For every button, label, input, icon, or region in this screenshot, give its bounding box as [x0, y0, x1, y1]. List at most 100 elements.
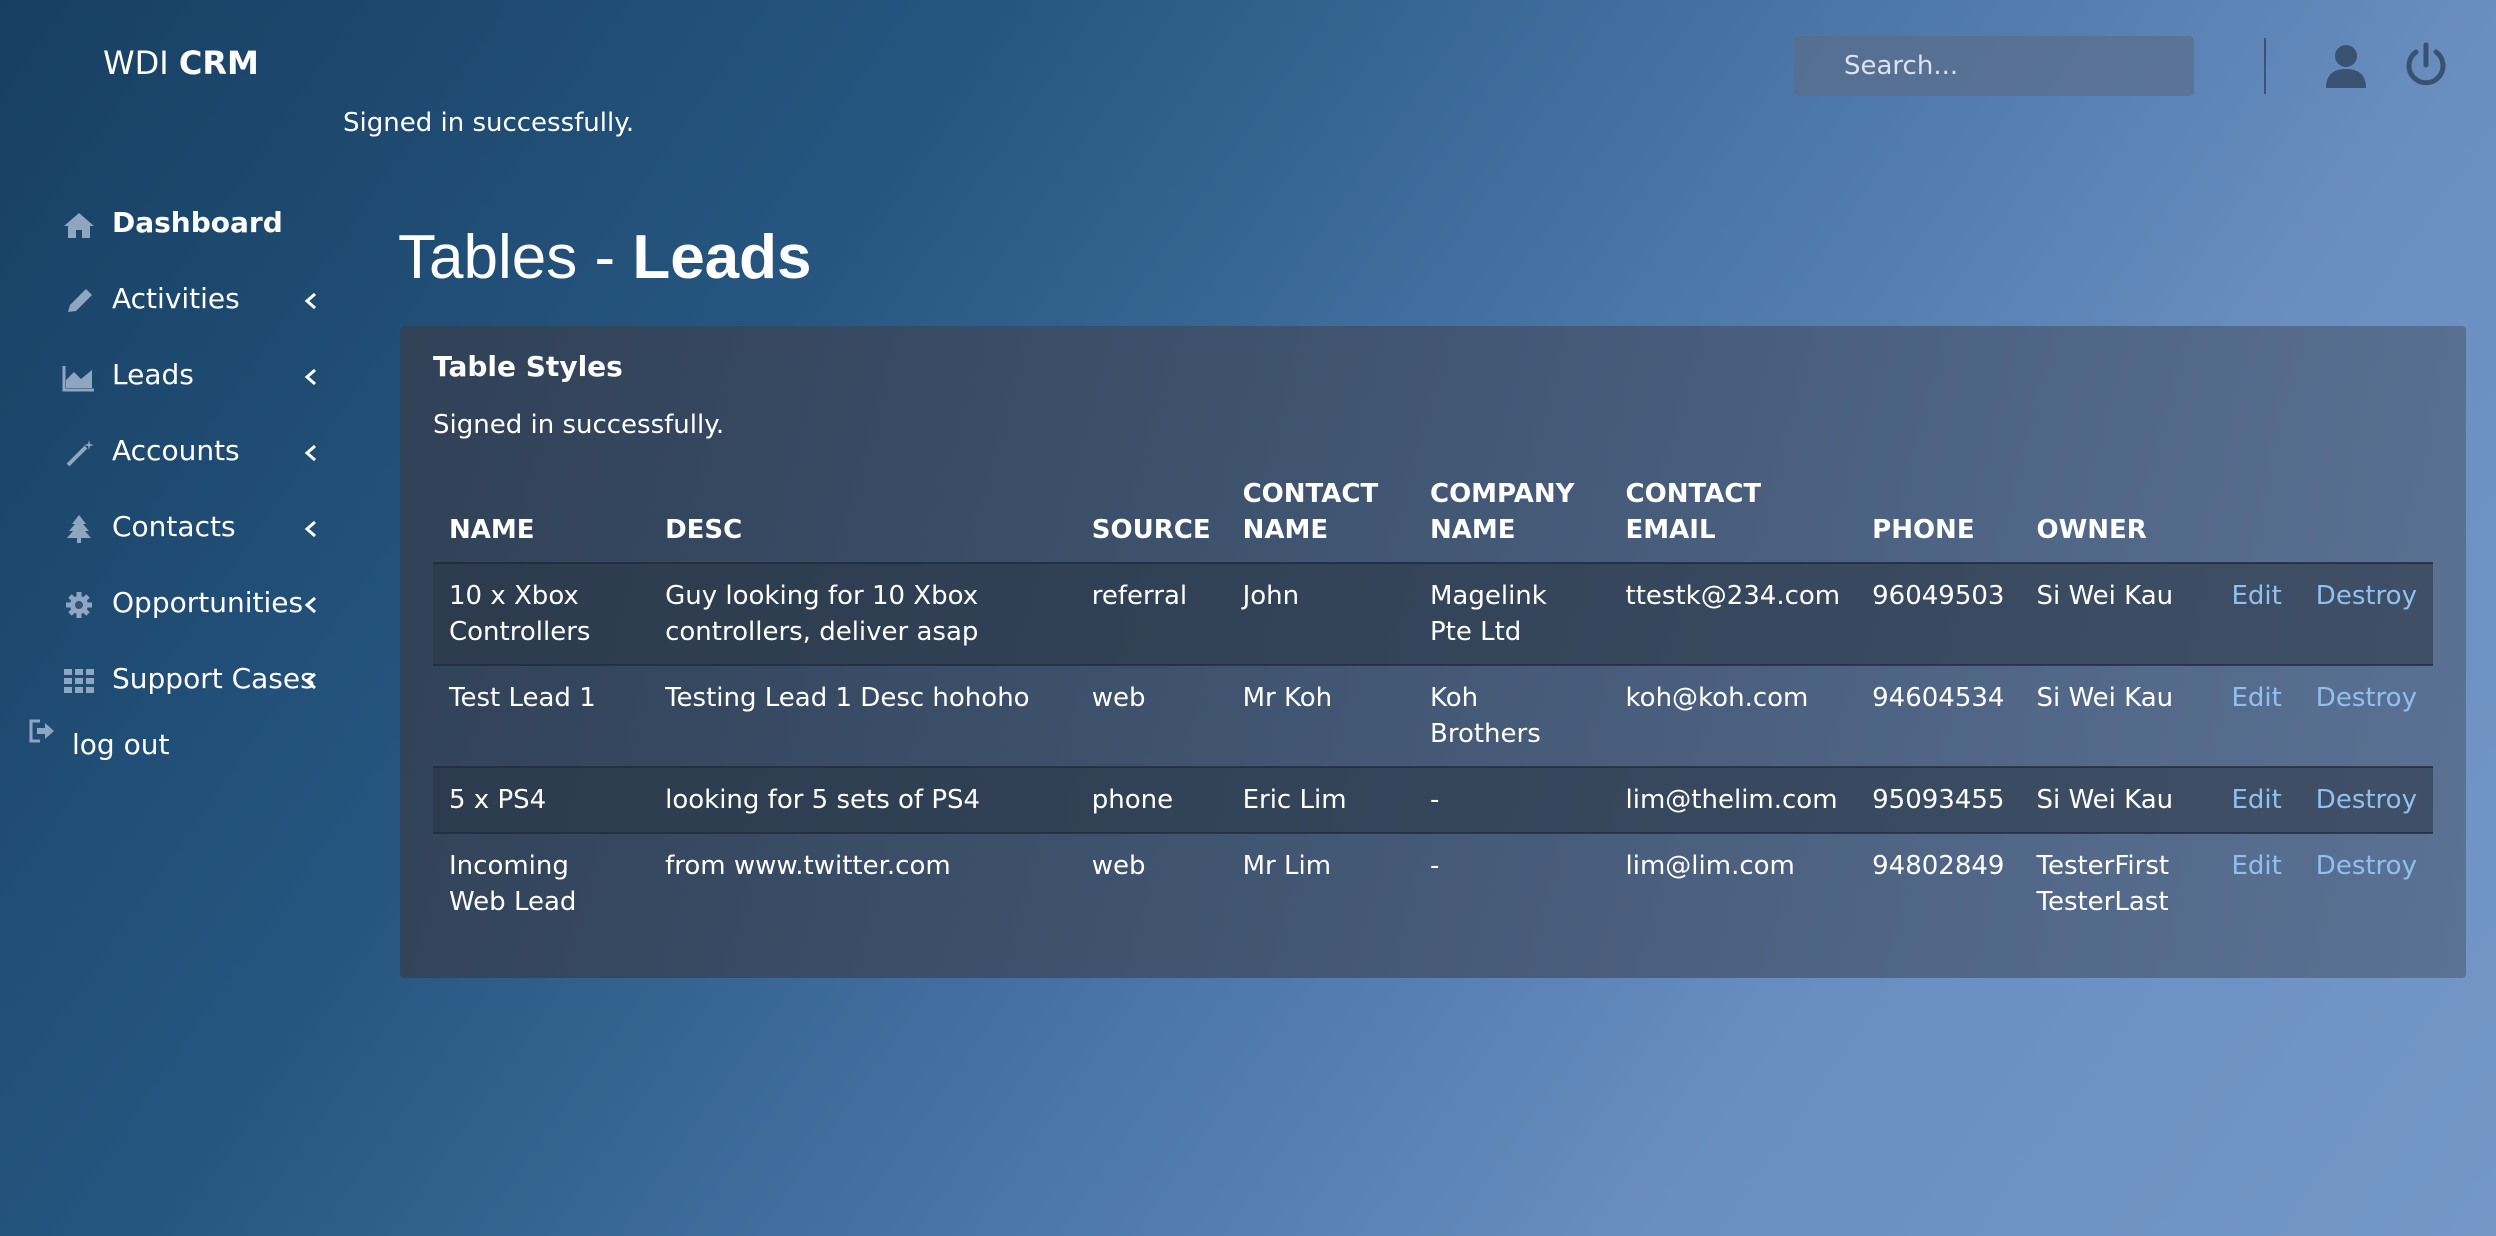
sidebar-item-dashboard[interactable]: Dashboard [0, 194, 340, 254]
brand-bold: CRM [178, 44, 259, 82]
sidebar-item-label: Leads [112, 358, 194, 391]
table-row: Test Lead 1 Testing Lead 1 Desc hohoho w… [433, 665, 2433, 768]
cell-desc: Guy looking for 10 Xbox controllers, del… [649, 563, 1076, 666]
cell-owner: Si Wei Kau [2020, 767, 2216, 834]
cell-contact-name: John [1226, 563, 1414, 666]
cell-contact-email: ttestk@234.com [1609, 563, 1857, 666]
sidebar-item-label: Accounts [112, 434, 240, 467]
gear-icon [66, 592, 92, 618]
header-phone[interactable]: PHONE [1856, 476, 2021, 564]
chevron-left-icon [304, 596, 316, 614]
page-title-bold: Leads [632, 223, 812, 292]
chevron-left-icon [304, 292, 316, 310]
logout-label: log out [72, 728, 170, 761]
power-icon[interactable] [2400, 40, 2452, 92]
header-name[interactable]: NAME [433, 476, 650, 564]
sidebar-item-label: Dashboard [112, 206, 283, 239]
page-title: Tables - Leads [398, 222, 812, 293]
cell-company-name: Koh Brothers [1413, 665, 1610, 768]
cell-company-name: Magelink Pte Ltd [1413, 563, 1610, 666]
cell-source: phone [1075, 767, 1227, 834]
header-source[interactable]: SOURCE [1075, 476, 1227, 564]
page-title-prefix: Tables - [398, 223, 633, 292]
tree-icon [67, 515, 91, 543]
area-chart-icon [62, 366, 94, 392]
sidebar-item-leads[interactable]: Leads [0, 346, 340, 406]
header-company-name[interactable]: COMPANY NAME [1413, 476, 1610, 564]
edit-link[interactable]: Edit [2231, 683, 2281, 713]
sidebar-item-activities[interactable]: Activities [0, 270, 340, 330]
cell-contact-name: Mr Koh [1226, 665, 1414, 768]
header-contact-email[interactable]: CONTACT EMAIL [1609, 476, 1857, 564]
magic-wand-icon [66, 440, 94, 467]
destroy-link[interactable]: Destroy [2316, 581, 2417, 611]
header-destroy-blank [2299, 476, 2433, 564]
header-owner[interactable]: OWNER [2020, 476, 2216, 564]
header-desc[interactable]: DESC [649, 476, 1076, 564]
sidebar-item-contacts[interactable]: Contacts [0, 498, 340, 558]
home-icon [64, 213, 94, 238]
cell-source: referral [1075, 563, 1227, 666]
sidebar-item-label: Support Cases [112, 662, 315, 695]
cell-source: web [1091, 851, 1146, 881]
table-panel: Table Styles Signed in successfully. NAM… [400, 326, 2466, 978]
brand-logo[interactable]: WDI CRM [103, 44, 259, 82]
cell-contact-name: Mr Lim [1242, 851, 1332, 881]
destroy-link[interactable]: Destroy [2316, 785, 2417, 815]
sidebar-item-label: Activities [112, 282, 240, 315]
cell-phone: 94802849 [1872, 851, 2005, 881]
cell-company-name: - [1413, 767, 1610, 834]
cell-contact-email: koh@koh.com [1609, 665, 1857, 768]
flash-message: Signed in successfully. [343, 108, 635, 138]
sidebar-item-label: Opportunities [112, 586, 304, 619]
sidebar-item-opportunities[interactable]: Opportunities [0, 574, 340, 634]
chevron-left-icon [304, 368, 316, 386]
cell-contact-email: lim@lim.com [1625, 851, 1795, 881]
cell-desc: Testing Lead 1 Desc hohoho [649, 665, 1076, 768]
edit-link[interactable]: Edit [2231, 581, 2281, 611]
cell-contact-email: lim@thelim.com [1609, 767, 1857, 834]
chevron-left-icon [304, 672, 316, 690]
edit-link[interactable]: Edit [2231, 785, 2281, 815]
destroy-link[interactable]: Destroy [2316, 851, 2417, 881]
cell-name: Incoming Web Lead [449, 851, 577, 917]
cell-phone: 96049503 [1856, 563, 2021, 666]
header-divider [2264, 38, 2266, 94]
edit-link[interactable]: Edit [2231, 851, 2281, 881]
cell-name: Test Lead 1 [433, 665, 650, 768]
sidebar-item-accounts[interactable]: Accounts [0, 422, 340, 482]
cell-desc: from www.twitter.com [665, 851, 951, 881]
sidebar-item-label: Contacts [112, 510, 236, 543]
logout-link[interactable]: log out [0, 718, 200, 778]
sign-out-icon [29, 719, 54, 743]
table-row: 5 x PS4 looking for 5 sets of PS4 phone … [433, 767, 2433, 834]
leads-table: NAME DESC SOURCE CONTACT NAME COMPANY NA… [433, 476, 2433, 934]
cell-owner: Si Wei Kau [2020, 563, 2216, 666]
destroy-link[interactable]: Destroy [2316, 683, 2417, 713]
user-icon[interactable] [2320, 40, 2372, 92]
cell-contact-name: Eric Lim [1226, 767, 1414, 834]
cell-phone: 95093455 [1856, 767, 2021, 834]
cell-phone: 94604534 [1856, 665, 2021, 768]
cell-company-name: - [1429, 851, 1440, 881]
brand-prefix: WDI [103, 44, 179, 82]
sidebar-item-support-cases[interactable]: Support Cases [0, 650, 340, 710]
search-input[interactable] [1794, 36, 2194, 96]
header-edit-blank [2215, 476, 2300, 564]
cell-desc: looking for 5 sets of PS4 [649, 767, 1076, 834]
table-header-row: NAME DESC SOURCE CONTACT NAME COMPANY NA… [433, 476, 2433, 564]
cell-owner: Si Wei Kau [2020, 665, 2216, 768]
chevron-left-icon [304, 520, 316, 538]
cell-owner: TesterFirst TesterLast [2036, 851, 2170, 917]
table-row: 10 x Xbox Controllers Guy looking for 10… [433, 563, 2433, 666]
cell-source: web [1075, 665, 1227, 768]
chevron-left-icon [304, 444, 316, 462]
grid-icon [64, 669, 94, 693]
table-row: Incoming Web Lead from www.twitter.com w… [433, 833, 2433, 934]
panel-title: Table Styles [433, 350, 623, 383]
panel-flash-message: Signed in successfully. [433, 410, 725, 440]
pencil-icon [68, 289, 92, 312]
cell-name: 10 x Xbox Controllers [433, 563, 650, 666]
header-contact-name[interactable]: CONTACT NAME [1226, 476, 1414, 564]
cell-name: 5 x PS4 [433, 767, 650, 834]
